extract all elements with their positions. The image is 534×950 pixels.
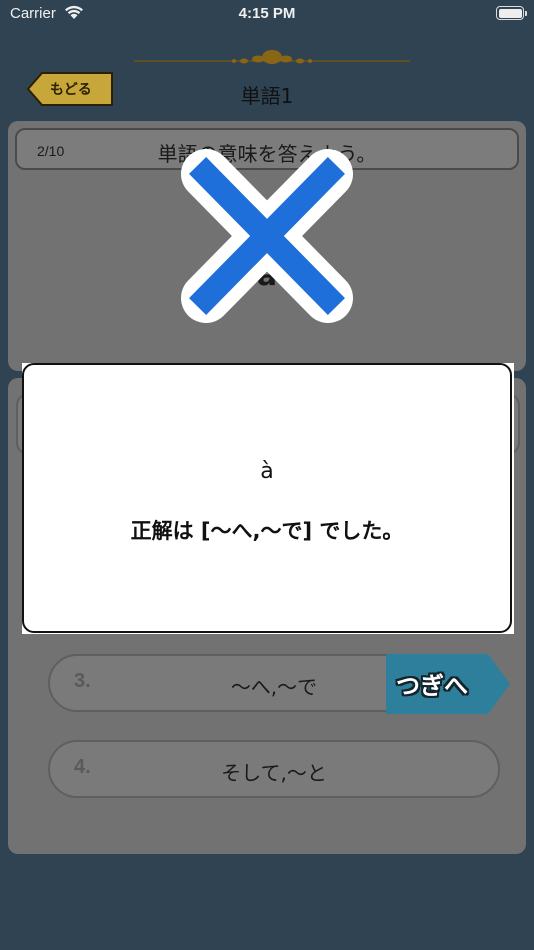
next-button-label: つぎへ bbox=[396, 672, 468, 700]
wrong-x-icon bbox=[181, 149, 353, 323]
screen-title: 単語1 bbox=[240, 84, 294, 108]
answer-text: そして,〜と bbox=[221, 761, 327, 785]
answer-option-4[interactable]: 4. そして,〜と bbox=[48, 740, 500, 798]
next-button[interactable]: つぎへ bbox=[386, 654, 512, 714]
dialog-word: à bbox=[260, 459, 274, 484]
status-bar: Carrier 4:15 PM bbox=[0, 0, 534, 28]
battery-icon bbox=[496, 6, 527, 20]
ornament-icon bbox=[134, 50, 410, 64]
result-dialog[interactable]: à 正解は [〜へ,〜で] でした。 bbox=[22, 363, 512, 633]
correct-answer-message: 正解は [〜へ,〜で] でした。 bbox=[130, 519, 404, 543]
clock: 4:15 PM bbox=[238, 5, 296, 22]
